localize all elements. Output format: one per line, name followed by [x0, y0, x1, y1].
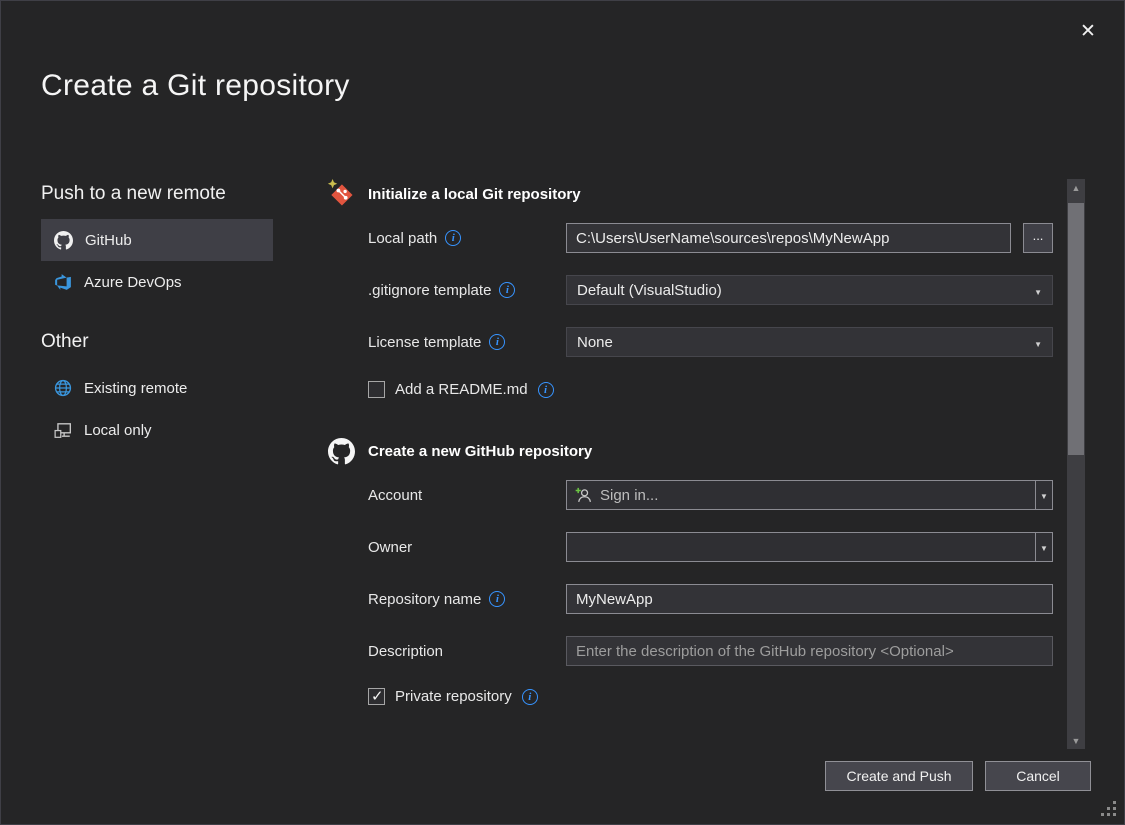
gitignore-row: .gitignore template Default (VisualStudi… [368, 275, 1053, 305]
readme-label: Add a README.md [395, 381, 528, 398]
sidebar-item-label: Existing remote [84, 380, 187, 397]
sidebar-item-existing-remote[interactable]: Existing remote [41, 367, 273, 409]
azure-devops-icon [54, 273, 72, 291]
private-checkbox-row: Private repository [368, 688, 1053, 705]
local-path-input[interactable] [566, 223, 1011, 253]
local-path-row: Local path ... [368, 223, 1053, 253]
main-content: Initialize a local Git repository Local … [326, 177, 1053, 705]
description-label: Description [368, 643, 443, 660]
browse-button[interactable]: ... [1023, 223, 1053, 253]
github-section-heading: Create a new GitHub repository [368, 443, 592, 460]
repo-name-row: Repository name [368, 584, 1053, 614]
license-value: None [577, 334, 613, 351]
private-repository-checkbox[interactable] [368, 688, 385, 705]
repository-name-input[interactable] [566, 584, 1053, 614]
readme-checkbox-row: Add a README.md [368, 381, 1053, 398]
license-label: License template [368, 334, 481, 351]
owner-dropdown[interactable] [566, 532, 1053, 562]
license-dropdown[interactable]: None [566, 327, 1053, 357]
scroll-up-icon[interactable] [1067, 179, 1085, 196]
create-git-repo-dialog: ✕ Create a Git repository Push to a new … [0, 0, 1125, 825]
info-icon[interactable] [489, 591, 505, 607]
info-icon[interactable] [538, 382, 554, 398]
github-section-header: Create a new GitHub repository [326, 434, 1053, 468]
account-value: Sign in... [600, 487, 658, 504]
owner-label: Owner [368, 539, 412, 556]
close-icon[interactable]: ✕ [1074, 17, 1102, 45]
chevron-down-icon [1034, 282, 1042, 299]
create-and-push-button[interactable]: Create and Push [825, 761, 973, 791]
globe-icon [54, 379, 72, 397]
license-row: License template None [368, 327, 1053, 357]
cancel-button[interactable]: Cancel [985, 761, 1091, 791]
gitignore-value: Default (VisualStudio) [577, 282, 722, 299]
github-icon [326, 438, 356, 465]
init-section-heading: Initialize a local Git repository [368, 186, 581, 203]
github-icon [54, 231, 73, 250]
chevron-down-icon[interactable] [1035, 533, 1052, 561]
info-icon[interactable] [499, 282, 515, 298]
info-icon[interactable] [445, 230, 461, 246]
info-icon[interactable] [489, 334, 505, 350]
computer-icon [54, 421, 72, 439]
sidebar-item-label: Azure DevOps [84, 274, 182, 291]
chevron-down-icon[interactable] [1035, 481, 1052, 509]
init-section-header: Initialize a local Git repository [326, 177, 1053, 211]
sidebar-item-azure-devops[interactable]: Azure DevOps [41, 261, 273, 303]
account-label: Account [368, 487, 422, 504]
sign-in-user-icon [575, 487, 592, 504]
sidebar-item-label: Local only [84, 422, 152, 439]
account-row: Account Sign in... [368, 480, 1053, 510]
description-row: Description [368, 636, 1053, 666]
account-dropdown[interactable]: Sign in... [566, 480, 1053, 510]
scroll-down-icon[interactable] [1067, 732, 1085, 749]
chevron-down-icon [1034, 334, 1042, 351]
repo-name-label: Repository name [368, 591, 481, 608]
vertical-scrollbar[interactable] [1067, 179, 1085, 749]
sidebar: Push to a new remote GitHub Azure DevOps… [41, 183, 273, 451]
sidebar-item-local-only[interactable]: Local only [41, 409, 273, 451]
gitignore-label: .gitignore template [368, 282, 491, 299]
local-path-label: Local path [368, 230, 437, 247]
sidebar-item-label: GitHub [85, 232, 132, 249]
info-icon[interactable] [522, 689, 538, 705]
sidebar-heading-push-remote: Push to a new remote [41, 183, 273, 205]
sidebar-item-github[interactable]: GitHub [41, 219, 273, 261]
resize-grip[interactable] [1101, 801, 1117, 817]
page-title: Create a Git repository [41, 69, 350, 103]
description-input[interactable] [566, 636, 1053, 666]
private-repository-label: Private repository [395, 688, 512, 705]
owner-row: Owner [368, 532, 1053, 562]
scrollbar-thumb[interactable] [1068, 203, 1084, 455]
sidebar-heading-other: Other [41, 331, 273, 353]
readme-checkbox[interactable] [368, 381, 385, 398]
git-repository-icon [326, 179, 356, 209]
footer: Create and Push Cancel [825, 761, 1091, 791]
gitignore-dropdown[interactable]: Default (VisualStudio) [566, 275, 1053, 305]
